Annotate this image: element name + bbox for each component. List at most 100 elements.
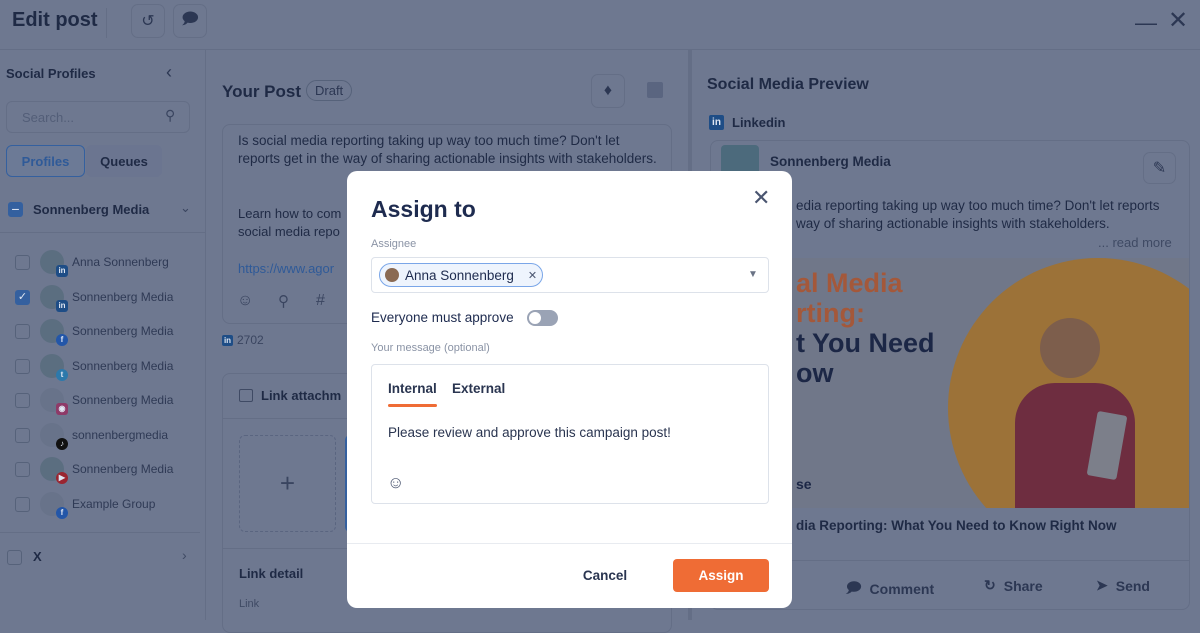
- everyone-must-approve-label: Everyone must approve: [371, 310, 514, 325]
- post-title: Your Post: [222, 82, 302, 101]
- profile-item[interactable]: t Sonnenberg Media: [15, 351, 173, 381]
- avatar: t: [40, 354, 68, 381]
- x-group-checkbox[interactable]: [7, 550, 22, 565]
- tab-external[interactable]: External: [452, 381, 505, 396]
- youtube-icon: ▶: [56, 472, 68, 484]
- profile-name: Example Group: [72, 497, 156, 511]
- collapse-sidebar-icon[interactable]: ‹: [166, 62, 172, 83]
- facebook-icon: f: [56, 334, 68, 346]
- assign-button[interactable]: Assign: [673, 559, 769, 592]
- post-text[interactable]: Is social media reporting taking up way …: [238, 132, 658, 168]
- profile-item[interactable]: f Sonnenberg Media: [15, 316, 173, 346]
- send-button[interactable]: ➤ Send: [1096, 577, 1150, 594]
- everyone-must-approve-toggle[interactable]: [527, 310, 558, 326]
- message-input[interactable]: Please review and approve this campaign …: [388, 425, 671, 440]
- active-tab-indicator: [388, 404, 437, 407]
- twitter-icon: t: [56, 369, 68, 381]
- profile-checkbox[interactable]: [15, 427, 30, 443]
- profile-search-input[interactable]: [6, 101, 190, 133]
- cancel-button[interactable]: Cancel: [559, 558, 651, 592]
- profile-item[interactable]: ◉ Sonnenberg Media: [15, 385, 173, 415]
- profile-checkbox[interactable]: [15, 461, 30, 477]
- assignee-avatar: [385, 268, 399, 282]
- image-headline-1: al Media: [796, 268, 903, 298]
- chevron-right-icon[interactable]: ›: [182, 547, 187, 563]
- dropdown-caret-icon[interactable]: ▼: [748, 269, 758, 280]
- tab-profiles[interactable]: Profiles: [6, 145, 85, 177]
- link-label: Link: [239, 598, 260, 610]
- linkedin-icon: in: [56, 265, 68, 277]
- avatar: f: [40, 319, 68, 346]
- comment-icon: 🗩: [846, 579, 862, 595]
- preview-text: edia reporting taking up way too much ti…: [796, 198, 1160, 213]
- profile-name: Sonnenberg Media: [72, 393, 174, 407]
- profile-name: Sonnenberg Media: [72, 359, 174, 373]
- avatar: f: [40, 492, 68, 519]
- group-checkbox[interactable]: −: [8, 202, 23, 217]
- comment-button[interactable]: 🗩 Comment: [846, 577, 934, 601]
- profile-checkbox[interactable]: [15, 323, 30, 339]
- assignee-select[interactable]: Anna Sonnenberg ✕ ▼: [371, 257, 769, 293]
- profile-item[interactable]: ▶ Sonnenberg Media: [15, 454, 173, 484]
- emoji-icon[interactable]: ☺: [237, 292, 253, 310]
- profile-name: Sonnenberg Media: [72, 462, 174, 476]
- remove-assignee-icon[interactable]: ✕: [528, 269, 537, 282]
- post-text-3: social media repo: [238, 224, 340, 239]
- comments-icon: 🗩: [181, 10, 199, 28]
- image-headline-3: t You Need: [796, 328, 935, 358]
- edit-preview-button[interactable]: ✎: [1143, 152, 1176, 184]
- profile-item[interactable]: f Example Group: [15, 489, 155, 519]
- assignee-name: Anna Sonnenberg: [405, 267, 514, 283]
- profile-checkbox[interactable]: [15, 254, 30, 270]
- send-label: Send: [1115, 577, 1150, 594]
- divider: [347, 543, 792, 544]
- profile-checkbox[interactable]: ✓: [15, 289, 30, 305]
- minimize-icon[interactable]: —: [1135, 10, 1157, 36]
- status-badge: Draft: [306, 80, 353, 101]
- read-more-link[interactable]: ... read more: [1098, 235, 1172, 250]
- copy-icon[interactable]: [647, 82, 663, 98]
- instagram-icon: ◉: [56, 403, 68, 415]
- avatar: in: [40, 285, 68, 312]
- profile-name: sonnenbergmedia: [72, 428, 169, 442]
- message-label: Your message (optional): [371, 342, 490, 354]
- hashtag-icon[interactable]: #: [316, 292, 325, 310]
- profile-item[interactable]: in Anna Sonnenberg: [15, 247, 169, 277]
- comment-label: Comment: [869, 581, 935, 597]
- profile-item[interactable]: ♪ sonnenbergmedia: [15, 420, 168, 450]
- post-link[interactable]: https://www.agor: [238, 260, 334, 278]
- x-group-name: X: [33, 549, 42, 564]
- chevron-down-icon[interactable]: ⌄: [180, 200, 191, 216]
- preview-title: Social Media Preview: [707, 76, 869, 93]
- history-button[interactable]: ↺: [131, 4, 165, 38]
- profile-item[interactable]: ✓ in Sonnenberg Media: [15, 282, 173, 312]
- divider: [0, 232, 205, 233]
- sidebar-divider: [205, 50, 206, 620]
- emoji-icon[interactable]: ☺: [387, 473, 404, 493]
- add-attachment-button[interactable]: +: [239, 435, 336, 532]
- profile-checkbox[interactable]: [15, 358, 30, 374]
- avatar: ◉: [40, 388, 68, 415]
- tab-internal[interactable]: Internal: [388, 381, 437, 396]
- profile-name: Sonnenberg Media: [72, 324, 174, 338]
- close-modal-icon[interactable]: ✕: [752, 185, 770, 211]
- history-icon: ↺: [141, 13, 155, 30]
- profile-checkbox[interactable]: [15, 392, 30, 408]
- toggle-knob: [529, 312, 541, 324]
- repost-icon: ↻: [984, 577, 996, 593]
- share-button[interactable]: ↻ Share: [984, 577, 1043, 594]
- tab-queues[interactable]: Queues: [86, 145, 162, 177]
- location-icon[interactable]: ⚲: [278, 292, 289, 310]
- assignee-label: Assignee: [371, 238, 417, 250]
- calendar-icon: [239, 389, 253, 402]
- sidebar-title: Social Profiles: [6, 66, 96, 81]
- comments-button[interactable]: 🗩: [173, 4, 207, 38]
- assignee-chip: Anna Sonnenberg ✕: [379, 263, 543, 287]
- close-icon[interactable]: ✕: [1168, 6, 1188, 35]
- message-box: Internal External Please review and appr…: [371, 364, 769, 504]
- linkedin-icon: in: [222, 335, 233, 346]
- linkedin-icon: in: [56, 300, 68, 312]
- profile-checkbox[interactable]: [15, 496, 30, 512]
- tag-button[interactable]: ♦: [591, 74, 625, 108]
- preview-link-title[interactable]: dia Reporting: What You Need to Know Rig…: [796, 518, 1116, 533]
